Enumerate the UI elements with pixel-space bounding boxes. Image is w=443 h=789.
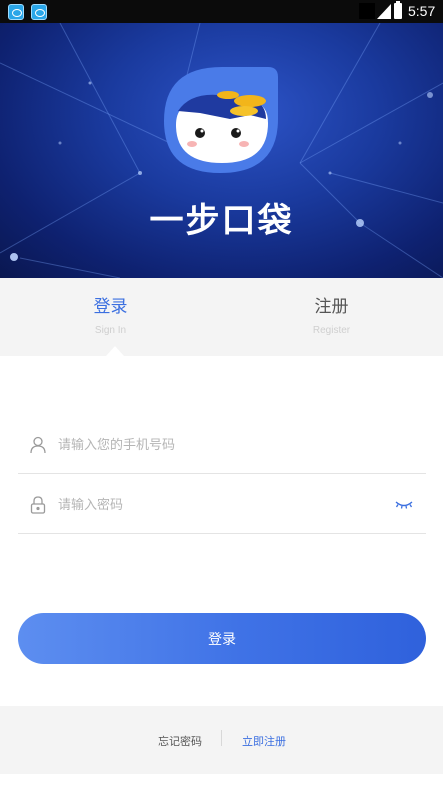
- battery-icon: [394, 1, 402, 19]
- status-bar: 5:57: [0, 0, 443, 23]
- phone-field: [18, 416, 426, 474]
- app-notification-icon: [31, 4, 47, 20]
- tab-login-label: 登录: [93, 297, 128, 317]
- tab-register-label: 注册: [314, 297, 349, 317]
- active-tab-indicator: [106, 346, 124, 356]
- status-time: 5:57: [408, 3, 436, 19]
- tab-register-sublabel: Register: [312, 325, 351, 336]
- divider: [221, 730, 222, 746]
- phone-input[interactable]: [58, 434, 388, 456]
- header-banner: 一步口袋: [0, 23, 443, 278]
- register-now-link[interactable]: 立即注册: [234, 733, 294, 749]
- tab-login-sublabel: Sign In: [94, 325, 127, 336]
- password-field: [18, 476, 426, 534]
- status-block: [359, 3, 375, 19]
- forgot-password-link[interactable]: 忘记密码: [150, 733, 210, 749]
- footer-links: 忘记密码 立即注册: [0, 706, 443, 774]
- lock-icon: [30, 496, 46, 514]
- tab-login[interactable]: 登录 Sign In: [0, 278, 221, 356]
- user-icon: [30, 436, 46, 454]
- mascot-logo-icon: [164, 67, 278, 173]
- eye-closed-icon[interactable]: [394, 495, 414, 513]
- signal-icon: [377, 4, 391, 19]
- app-notification-icon: [8, 4, 24, 20]
- auth-tabs: 登录 Sign In 注册 Register: [0, 278, 443, 356]
- tab-register[interactable]: 注册 Register: [221, 278, 442, 356]
- login-button[interactable]: 登录: [18, 613, 426, 664]
- password-input[interactable]: [58, 494, 388, 516]
- app-name: 一步口袋: [149, 201, 294, 241]
